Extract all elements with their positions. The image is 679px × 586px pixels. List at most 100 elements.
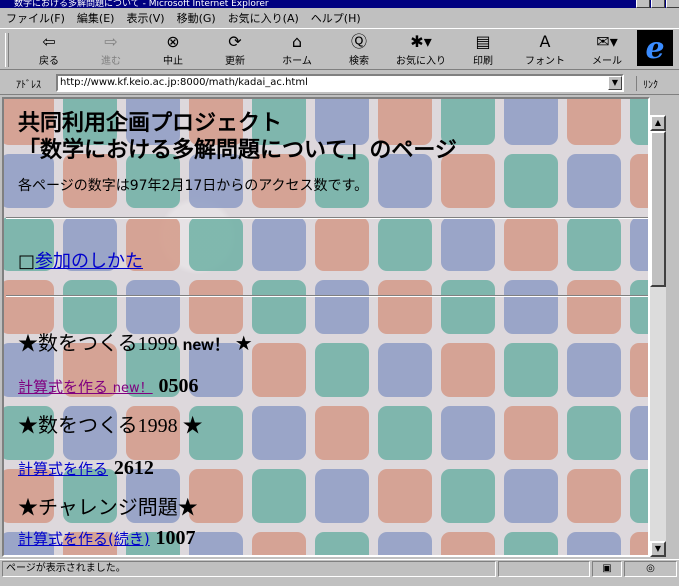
section-1998-heading: ★数をつくる1998 ★ xyxy=(18,415,203,437)
background-tile xyxy=(630,406,648,460)
forward-arrow-icon: ⇨ xyxy=(104,32,118,51)
background-tile xyxy=(504,154,558,208)
address-dropdown-button[interactable]: ▼ xyxy=(608,76,622,90)
home-icon: ⌂ xyxy=(291,32,303,51)
background-tile xyxy=(315,406,369,460)
window-title: 数学における多解問題について - Microsoft Internet Expl… xyxy=(14,0,269,8)
minimize-button[interactable] xyxy=(636,0,650,8)
background-tile xyxy=(630,343,648,397)
ie-logo: e xyxy=(637,30,673,66)
join-link[interactable]: 参加のしかた xyxy=(35,251,143,272)
background-tile xyxy=(567,343,621,397)
background-tile xyxy=(630,532,648,555)
calc-link-challenge[interactable]: 計算式を作る(続き) xyxy=(18,530,150,548)
background-tile xyxy=(315,469,369,523)
menu-edit[interactable]: 編集(E) xyxy=(77,10,115,26)
background-tile xyxy=(378,343,432,397)
background-tile xyxy=(378,469,432,523)
status-security-pane: ▣ xyxy=(592,561,622,577)
mail-button[interactable]: ✉▾ メール xyxy=(576,29,638,69)
favorites-button[interactable]: ✱▾ お気に入り xyxy=(390,29,452,69)
background-tile xyxy=(567,469,621,523)
search-button[interactable]: Ⓠ 検索 xyxy=(328,29,390,69)
stop-icon: ⊗ xyxy=(166,32,180,51)
mail-icon: ✉▾ xyxy=(596,32,618,51)
background-tile xyxy=(252,343,306,397)
scroll-thumb[interactable] xyxy=(650,131,666,287)
background-tile xyxy=(315,343,369,397)
access-count-1999: 0506 xyxy=(158,375,199,397)
address-input[interactable]: http://www.kf.keio.ac.jp:8000/math/kadai… xyxy=(56,74,624,92)
scroll-up-button[interactable]: ▲ xyxy=(650,115,666,131)
font-icon: A xyxy=(539,32,551,51)
background-tile xyxy=(567,99,621,145)
vertical-scrollbar[interactable]: ▲ ▼ xyxy=(650,115,666,557)
search-icon: Ⓠ xyxy=(350,32,367,51)
background-tile xyxy=(630,154,648,208)
standard-toolbar: ⇦ 戻る ⇨ 進む ⊗ 中止 ⟳ 更新 ⌂ ホーム Ⓠ 検索 ✱▾ お気に入り … xyxy=(0,28,679,70)
background-tile xyxy=(504,99,558,145)
address-label: ｱﾄﾞﾚｽ xyxy=(16,80,41,91)
background-tile xyxy=(441,217,495,271)
background-tile xyxy=(189,280,243,334)
back-button[interactable]: ⇦ 戻る xyxy=(18,29,80,69)
menu-go[interactable]: 移動(G) xyxy=(177,10,216,26)
menu-file[interactable]: ファイル(F) xyxy=(6,10,65,26)
forward-button[interactable]: ⇨ 進む xyxy=(80,29,142,69)
background-tile xyxy=(315,217,369,271)
background-tile xyxy=(252,217,306,271)
favorites-icon: ✱▾ xyxy=(410,32,432,51)
security-icon: ▣ xyxy=(602,563,612,574)
background-tile xyxy=(630,469,648,523)
calc-link-1998[interactable]: 計算式を作る xyxy=(18,460,108,478)
status-bar: ページが表示されました。 ▣ ◎ xyxy=(0,559,679,586)
access-count-challenge: 1007 xyxy=(155,527,196,549)
background-tile xyxy=(378,217,432,271)
divider xyxy=(6,217,648,219)
background-tile xyxy=(252,469,306,523)
scroll-down-button[interactable]: ▼ xyxy=(650,541,666,557)
background-tile xyxy=(315,280,369,334)
background-tile xyxy=(567,406,621,460)
links-label[interactable]: ﾘﾝｸ xyxy=(636,76,658,91)
background-tile xyxy=(504,532,558,555)
refresh-button[interactable]: ⟳ 更新 xyxy=(204,29,266,69)
print-icon: ▤ xyxy=(475,32,491,51)
home-button[interactable]: ⌂ ホーム xyxy=(266,29,328,69)
background-tile xyxy=(630,99,648,145)
menu-help[interactable]: ヘルプ(H) xyxy=(311,10,361,26)
background-tile xyxy=(315,532,369,555)
background-tile xyxy=(63,280,117,334)
background-tile xyxy=(378,406,432,460)
new-badge: new！ xyxy=(182,337,230,354)
print-button[interactable]: ▤ 印刷 xyxy=(452,29,514,69)
toolbar-grip[interactable] xyxy=(5,33,9,67)
background-tile xyxy=(4,280,54,334)
access-note: 各ページの数字は97年2月17日からのアクセス数です。 xyxy=(18,178,369,194)
status-zone-pane: ◎ xyxy=(624,561,677,577)
background-tile xyxy=(441,280,495,334)
calc-link-1999[interactable]: 計算式を作る new！ xyxy=(18,378,153,396)
section-challenge-row: 計算式を作る(続き) 1007 xyxy=(18,527,196,550)
menu-bar: ファイル(F) 編集(E) 表示(V) 移動(G) お気に入り(A) ヘルプ(H… xyxy=(0,8,679,28)
address-url: http://www.kf.keio.ac.jp:8000/math/kadai… xyxy=(60,77,308,88)
menu-favorites[interactable]: お気に入り(A) xyxy=(228,10,299,26)
section-1998-row: 計算式を作る 2612 xyxy=(18,457,154,480)
maximize-button[interactable] xyxy=(651,0,665,8)
back-arrow-icon: ⇦ xyxy=(42,32,56,51)
background-tile xyxy=(567,154,621,208)
join-bullet: □ xyxy=(18,251,36,272)
status-progress-pane xyxy=(498,561,590,577)
background-tile xyxy=(504,217,558,271)
close-button[interactable] xyxy=(666,0,679,8)
background-tile xyxy=(504,343,558,397)
address-bar: ｱﾄﾞﾚｽ http://www.kf.keio.ac.jp:8000/math… xyxy=(0,71,679,95)
background-tile xyxy=(378,532,432,555)
background-tile xyxy=(252,532,306,555)
menu-view[interactable]: 表示(V) xyxy=(126,10,164,26)
stop-button[interactable]: ⊗ 中止 xyxy=(142,29,204,69)
background-tile xyxy=(567,532,621,555)
window-titlebar: 数学における多解問題について - Microsoft Internet Expl… xyxy=(0,0,679,8)
font-button[interactable]: A フォント xyxy=(514,29,576,69)
background-tile xyxy=(441,406,495,460)
